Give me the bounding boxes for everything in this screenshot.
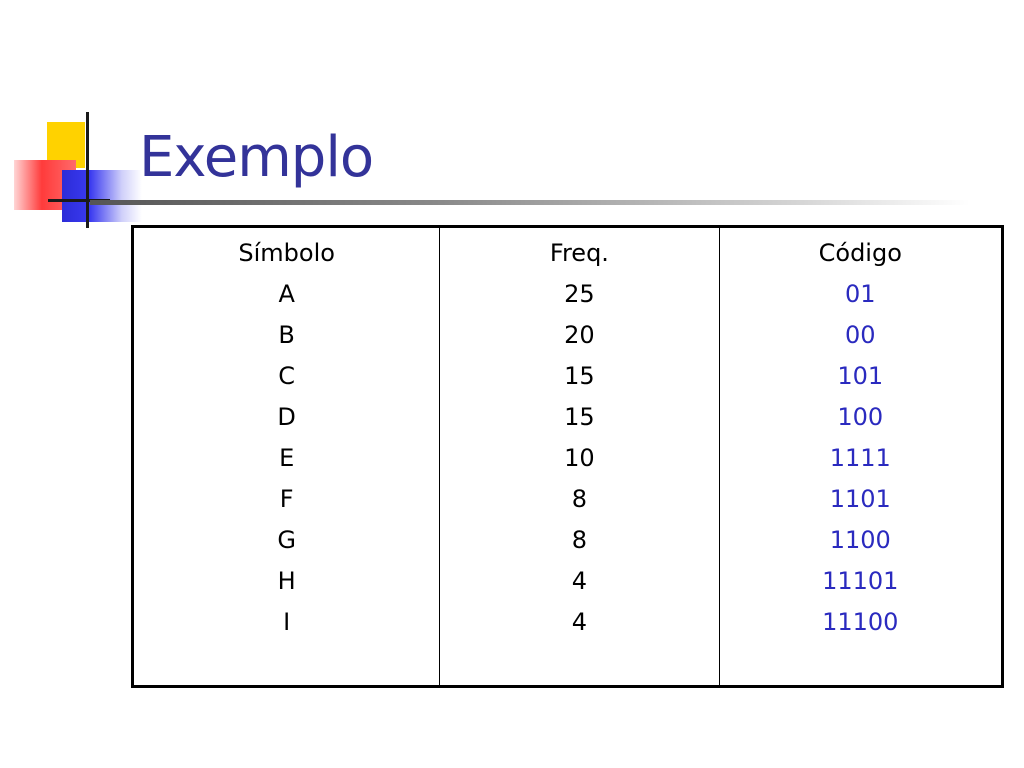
symbol-cell: E [279, 444, 295, 472]
header-frequency: Freq. [549, 239, 609, 267]
symbol-cell: D [277, 403, 296, 431]
code-column: Código 01 00 101 100 1111 1101 1100 1110… [718, 226, 1003, 687]
symbol-cell: B [278, 321, 295, 349]
frequency-cell: 20 [564, 321, 595, 349]
code-cell: 1100 [829, 526, 891, 554]
frequency-cell: 4 [571, 608, 588, 636]
code-cell: 1101 [829, 485, 891, 513]
code-cell: 11101 [822, 567, 899, 595]
huffman-code-table: Símbolo A B C D E F G H I Freq. 25 20 15… [131, 225, 1004, 688]
frequency-cell: 15 [564, 403, 595, 431]
symbol-cell: A [278, 280, 295, 308]
code-cell: 01 [844, 280, 876, 308]
frequency-cell: 25 [564, 280, 595, 308]
slide-title: Exemplo [139, 125, 374, 190]
frequency-cell: 8 [571, 485, 588, 513]
vertical-line [86, 112, 89, 228]
code-cell: 00 [844, 321, 876, 349]
header-symbol: Símbolo [238, 239, 335, 267]
header-code: Código [818, 239, 902, 267]
title-underline [90, 200, 970, 205]
code-cell: 101 [837, 362, 884, 390]
symbol-cell: H [277, 567, 296, 595]
symbol-cell: C [278, 362, 296, 390]
symbol-cell: F [279, 485, 294, 513]
symbol-cell: I [283, 608, 291, 636]
code-cell: 1111 [829, 444, 891, 472]
code-cell: 11100 [822, 608, 899, 636]
table-row: Símbolo A B C D E F G H I Freq. 25 20 15… [133, 226, 1003, 687]
frequency-cell: 4 [571, 567, 588, 595]
frequency-cell: 15 [564, 362, 595, 390]
symbol-column: Símbolo A B C D E F G H I [133, 227, 440, 687]
blue-square [62, 170, 142, 222]
code-cell: 100 [837, 403, 884, 431]
frequency-cell: 8 [571, 526, 588, 554]
slide: Exemplo Símbolo A B C D E F G H I Freq. … [0, 0, 1024, 768]
symbol-cell: G [277, 526, 296, 554]
frequency-column: Freq. 25 20 15 15 10 8 8 4 4 [439, 226, 720, 687]
frequency-cell: 10 [564, 444, 595, 472]
